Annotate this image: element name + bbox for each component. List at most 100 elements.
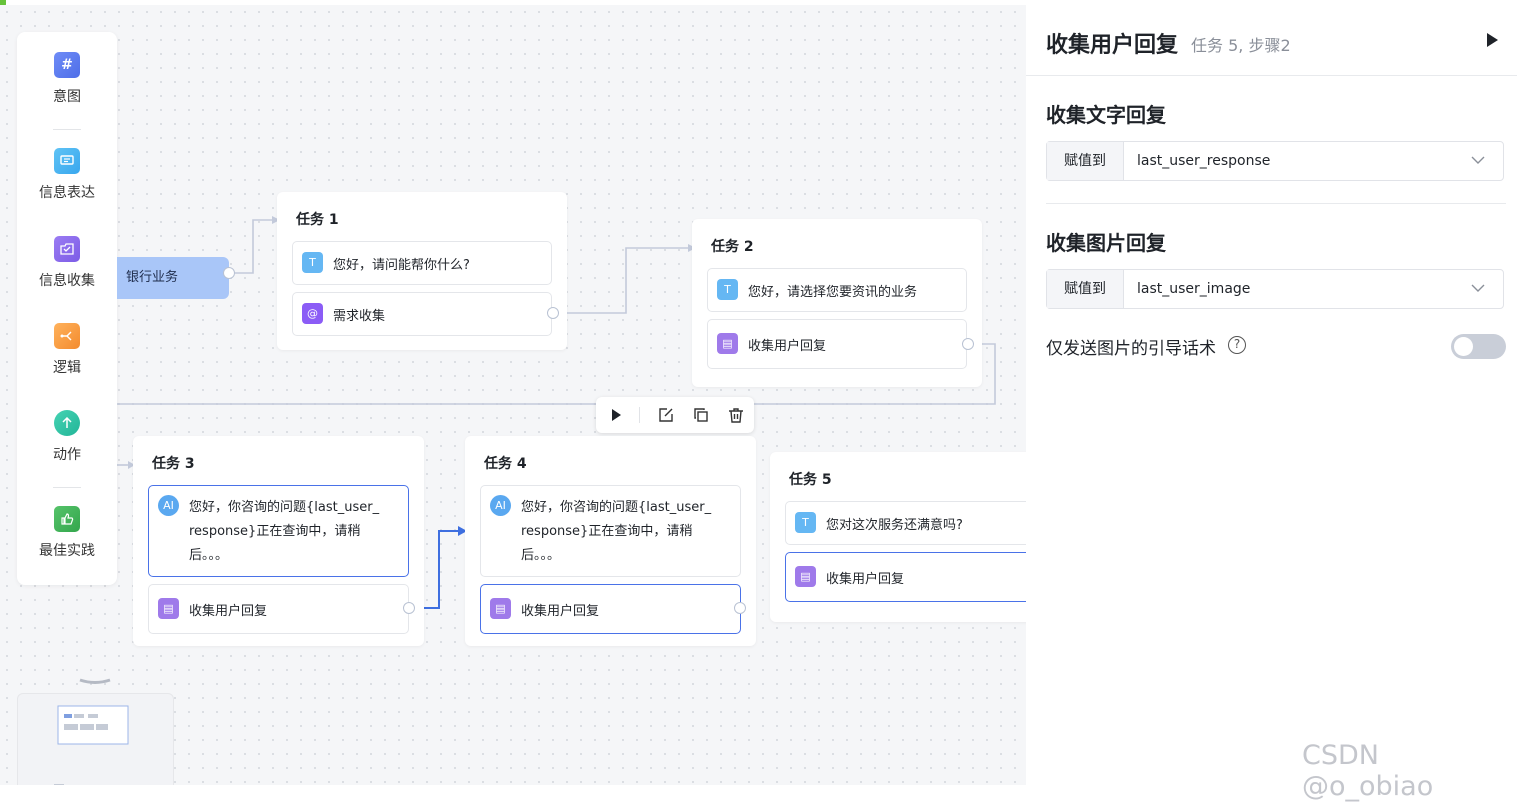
toggle-knob bbox=[1454, 337, 1473, 356]
task-title: 任务 3 bbox=[152, 456, 195, 472]
step-ai-message[interactable]: AI 您好，你咨询的问题{last_user_ response}正在查询中，请… bbox=[148, 485, 409, 577]
chevron-down-icon bbox=[1471, 284, 1485, 292]
palette-item-message[interactable]: 信息表达 bbox=[17, 148, 117, 202]
edit-icon[interactable] bbox=[656, 405, 676, 425]
connector-task1-task2 bbox=[558, 247, 688, 314]
task3-output-port[interactable] bbox=[403, 602, 415, 614]
minimap[interactable] bbox=[17, 693, 174, 785]
step-ai-message[interactable]: AI 您好，你咨询的问题{last_user_ response}正在查询中，请… bbox=[480, 485, 741, 577]
step-collect[interactable]: ▤ 收集用户回复 bbox=[148, 584, 409, 634]
step-message[interactable]: T 您好，请选择您要资讯的业务 bbox=[707, 268, 967, 312]
collect-step-icon: ▤ bbox=[795, 566, 816, 587]
panel-divider bbox=[1026, 75, 1517, 76]
palette-item-label: 逻辑 bbox=[53, 360, 81, 376]
task1-output-port[interactable] bbox=[547, 307, 559, 319]
component-palette: # 意图 信息表达 信息收集 逻辑 动作 最佳实践 bbox=[17, 32, 117, 585]
panel-subtitle: 任务 5, 步骤2 bbox=[1191, 36, 1291, 55]
task-title: 任务 5 bbox=[789, 472, 832, 488]
step-text-line: 后。。。 bbox=[521, 548, 561, 563]
step-text: 收集用户回复 bbox=[521, 604, 600, 619]
text-step-icon: T bbox=[795, 512, 816, 533]
play-icon[interactable] bbox=[606, 405, 626, 425]
minimap-handle[interactable] bbox=[78, 677, 112, 687]
assign-label: 赋值到 bbox=[1047, 142, 1124, 180]
task-title: 任务 1 bbox=[296, 212, 339, 228]
task2-output-port[interactable] bbox=[962, 338, 974, 350]
image-reply-assign-select[interactable]: 赋值到 last_user_image bbox=[1046, 269, 1504, 309]
panel-title: 收集用户回复 bbox=[1046, 33, 1179, 58]
entry-output-port[interactable] bbox=[223, 267, 235, 279]
watermark: CSDN @o_obiao bbox=[1302, 740, 1434, 802]
toolbar-divider bbox=[639, 407, 640, 423]
palette-item-intent[interactable]: # 意图 bbox=[17, 52, 117, 106]
palette-divider bbox=[53, 129, 81, 130]
step-message[interactable]: T 您对这次服务还满意吗? bbox=[785, 501, 1026, 545]
palette-item-label: 信息表达 bbox=[39, 185, 95, 201]
palette-item-action[interactable]: 动作 bbox=[17, 410, 117, 464]
task4-output-port[interactable] bbox=[734, 602, 746, 614]
palette-item-label: 信息收集 bbox=[39, 273, 95, 289]
step-collect[interactable]: ▤ 收集用户回复 bbox=[785, 552, 1026, 602]
task-node-1[interactable]: 任务 1 T 您好，请问能帮你什么? @ 需求收集 bbox=[277, 192, 567, 350]
collect-step-icon: ▤ bbox=[158, 598, 179, 619]
step-text-line: response}正在查询中，请稍 bbox=[189, 524, 361, 539]
step-text: 收集用户回复 bbox=[189, 604, 268, 619]
step-text: 您对这次服务还满意吗? bbox=[826, 518, 963, 533]
step-message[interactable]: T 您好，请问能帮你什么? bbox=[292, 241, 552, 285]
flow-canvas[interactable]: # 意图 信息表达 信息收集 逻辑 动作 最佳实践 银行业务 任务 1 T 您好… bbox=[0, 5, 1026, 785]
step-text: 您好，请选择您要资讯的业务 bbox=[748, 285, 918, 300]
step-text: 您好，请问能帮你什么? bbox=[333, 258, 470, 273]
assign-label: 赋值到 bbox=[1047, 270, 1124, 308]
step-collect[interactable]: ▤ 收集用户回复 bbox=[480, 584, 741, 634]
step-text: 需求收集 bbox=[333, 309, 386, 324]
action-icon bbox=[54, 410, 80, 436]
hash-icon: # bbox=[54, 52, 80, 78]
step-text: 收集用户回复 bbox=[748, 339, 827, 354]
step-text-line: response}正在查询中，请稍 bbox=[521, 524, 693, 539]
play-icon[interactable] bbox=[1484, 32, 1500, 48]
section-title-image: 收集图片回复 bbox=[1046, 231, 1166, 255]
guide-only-toggle[interactable] bbox=[1451, 334, 1506, 359]
palette-item-label: 最佳实践 bbox=[39, 543, 95, 559]
node-toolbar bbox=[596, 397, 754, 433]
properties-panel: 收集用户回复 任务 5, 步骤2 收集文字回复 赋值到 last_user_re… bbox=[1026, 5, 1517, 785]
message-icon bbox=[54, 148, 80, 174]
step-text-line: 您好，你咨询的问题{last_user_ bbox=[189, 500, 380, 515]
collect-icon bbox=[54, 236, 80, 262]
text-step-icon: T bbox=[717, 279, 738, 300]
branch-icon bbox=[54, 323, 80, 349]
entry-intent-node[interactable]: 银行业务 bbox=[117, 257, 229, 299]
palette-item-collect[interactable]: 信息收集 bbox=[17, 236, 117, 290]
minimap-preview bbox=[54, 705, 129, 785]
step-text-line: 后。。。 bbox=[189, 548, 229, 563]
palette-divider bbox=[53, 487, 81, 488]
step-collect[interactable]: ▤ 收集用户回复 bbox=[707, 319, 967, 369]
task-node-2[interactable]: 任务 2 T 您好，请选择您要资讯的业务 ▤ 收集用户回复 bbox=[692, 219, 982, 387]
collect-step-icon: ▤ bbox=[490, 598, 511, 619]
palette-item-best-practice[interactable]: 最佳实践 bbox=[17, 506, 117, 560]
guide-only-label: 仅发送图片的引导话术 bbox=[1046, 339, 1216, 359]
task-title: 任务 4 bbox=[484, 456, 527, 472]
task-node-4[interactable]: 任务 4 AI 您好，你咨询的问题{last_user_ response}正在… bbox=[465, 436, 756, 646]
thumbs-up-icon bbox=[54, 506, 80, 532]
copy-icon[interactable] bbox=[691, 405, 711, 425]
text-reply-assign-select[interactable]: 赋值到 last_user_response bbox=[1046, 141, 1504, 181]
task-title: 任务 2 bbox=[711, 239, 754, 255]
assign-value: last_user_response bbox=[1137, 153, 1271, 169]
step-text-line: 您好，你咨询的问题{last_user_ bbox=[521, 500, 712, 515]
step-text: 收集用户回复 bbox=[826, 572, 905, 587]
section-title-text: 收集文字回复 bbox=[1046, 103, 1166, 127]
at-step-icon: @ bbox=[302, 303, 323, 324]
connector-entry-task1 bbox=[235, 219, 272, 274]
entry-intent-label: 银行业务 bbox=[126, 270, 179, 285]
step-collect[interactable]: @ 需求收集 bbox=[292, 292, 552, 336]
delete-icon[interactable] bbox=[726, 405, 746, 425]
task-node-5[interactable]: 任务 5 T 您对这次服务还满意吗? ▤ 收集用户回复 bbox=[770, 452, 1026, 622]
panel-divider bbox=[1046, 203, 1506, 204]
ai-step-icon: AI bbox=[490, 495, 511, 516]
connectors bbox=[117, 216, 996, 609]
task-node-3[interactable]: 任务 3 AI 您好，你咨询的问题{last_user_ response}正在… bbox=[133, 436, 424, 646]
palette-item-logic[interactable]: 逻辑 bbox=[17, 323, 117, 377]
ai-step-icon: AI bbox=[158, 495, 179, 516]
help-icon[interactable]: ? bbox=[1228, 336, 1246, 354]
